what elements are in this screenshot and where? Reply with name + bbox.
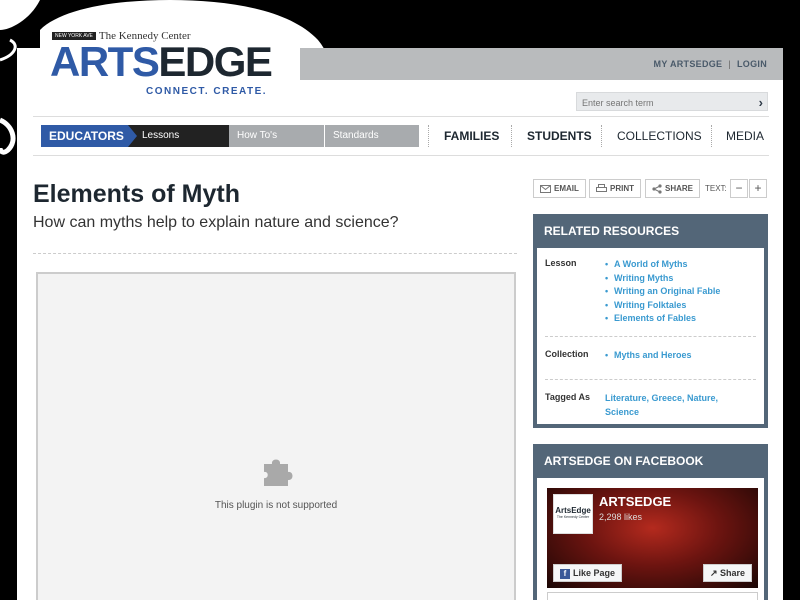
related-resources-panel: RELATED RESOURCES Lesson A World of Myth… (533, 214, 768, 428)
email-label: EMAIL (554, 184, 579, 193)
share-button[interactable]: SHARE (645, 179, 701, 198)
search-box: › (576, 92, 768, 112)
lesson-row: Lesson A World of Myths Writing Myths Wr… (545, 248, 756, 326)
logo-arts: ARTS (50, 38, 160, 85)
nav-separator (711, 125, 712, 147)
nav-families[interactable]: FAMILIES (444, 128, 499, 144)
title-divider (33, 253, 517, 254)
logo-edge: EDGE (158, 38, 273, 85)
avatar-text: ArtsEdge (555, 506, 591, 515)
puzzle-piece-icon (264, 459, 293, 486)
nav-collections[interactable]: COLLECTIONS (617, 128, 702, 144)
avatar-subtext: The Kennedy Center (556, 515, 590, 519)
printer-icon (596, 184, 607, 193)
nav-separator (428, 125, 429, 147)
my-artsedge-link[interactable]: MY ARTSEDGE (654, 59, 723, 69)
facebook-widget: ArtsEdge The Kennedy Center ARTSEDGE 2,2… (537, 478, 764, 600)
nav-students[interactable]: STUDENTS (527, 128, 592, 144)
logo-tagline: CONNECT. CREATE. (146, 86, 268, 97)
lesson-link[interactable]: Writing Myths (605, 272, 720, 286)
lesson-link[interactable]: A World of Myths (605, 258, 720, 272)
collection-list: Myths and Heroes (605, 349, 692, 363)
facebook-page-avatar[interactable]: ArtsEdge The Kennedy Center (553, 494, 593, 534)
share-icon (652, 184, 662, 194)
collection-label: Collection (545, 348, 589, 359)
email-button[interactable]: EMAIL (533, 179, 586, 198)
tagged-label: Tagged As (545, 392, 591, 402)
tag-links[interactable]: Literature, Greece, Nature, Science (605, 392, 745, 419)
facebook-icon: f (560, 568, 570, 579)
facebook-feed (547, 592, 758, 600)
plugin-message: This plugin is not supported (214, 500, 338, 511)
text-decrease-button[interactable]: − (730, 179, 748, 198)
collection-row: Collection Myths and Heroes (545, 337, 756, 363)
share-arrow-icon: ↗ (709, 568, 720, 578)
account-links: MY ARTSEDGE | LOGIN (654, 59, 767, 69)
nav-divider-top (33, 116, 769, 117)
tagged-row: Tagged As Literature, Greece, Nature, Sc… (545, 380, 756, 419)
artsedge-logo[interactable]: ARTSEDGE (50, 38, 273, 85)
text-increase-button[interactable]: + (749, 179, 767, 198)
facebook-page-name[interactable]: ARTSEDGE (599, 494, 671, 509)
print-label: PRINT (610, 184, 634, 193)
related-resources-body: Lesson A World of Myths Writing Myths Wr… (537, 248, 764, 424)
envelope-icon (540, 184, 551, 193)
lesson-label: Lesson (545, 258, 577, 268)
nav-separator (511, 125, 512, 147)
facebook-share-button[interactable]: ↗ Share (702, 564, 752, 582)
search-input[interactable] (577, 94, 742, 112)
chevron-right-icon[interactable]: › (759, 95, 763, 110)
page-subtitle: How can myths help to explain nature and… (33, 214, 399, 231)
plugin-placeholder: This plugin is not supported (36, 272, 516, 600)
nav-educators[interactable]: EDUCATORS (41, 125, 133, 147)
link-separator: | (728, 59, 731, 69)
login-link[interactable]: LOGIN (737, 59, 767, 69)
nav-separator (601, 125, 602, 147)
lesson-link[interactable]: Writing an Original Fable (605, 285, 720, 299)
lesson-link[interactable]: Elements of Fables (605, 312, 720, 326)
page-title: Elements of Myth (33, 180, 240, 208)
related-resources-heading: RELATED RESOURCES (544, 224, 680, 238)
print-button[interactable]: PRINT (589, 179, 641, 198)
collection-link[interactable]: Myths and Heroes (605, 349, 692, 363)
nav-media[interactable]: MEDIA (726, 128, 764, 144)
facebook-share-label: Share (719, 568, 745, 578)
facebook-heading: ARTSEDGE ON FACEBOOK (544, 454, 704, 468)
facebook-panel: ARTSEDGE ON FACEBOOK ArtsEdge The Kenned… (533, 444, 768, 600)
like-page-label: Like Page (573, 568, 616, 578)
nav-arrow (128, 125, 137, 147)
lesson-list: A World of Myths Writing Myths Writing a… (605, 258, 720, 326)
nav-sub-lessons[interactable]: Lessons (128, 125, 229, 147)
nav-sub-standards[interactable]: Standards (325, 125, 419, 147)
text-size-label: TEXT: (705, 184, 727, 193)
nav-divider-bottom (33, 155, 769, 156)
like-page-button[interactable]: f Like Page (553, 564, 623, 582)
facebook-cover-image: ArtsEdge The Kennedy Center ARTSEDGE 2,2… (547, 488, 758, 588)
nav-sub-howtos[interactable]: How To's (229, 125, 324, 147)
lesson-link[interactable]: Writing Folktales (605, 299, 720, 313)
share-label: SHARE (665, 184, 694, 193)
facebook-likes-count: 2,298 likes (599, 512, 643, 522)
